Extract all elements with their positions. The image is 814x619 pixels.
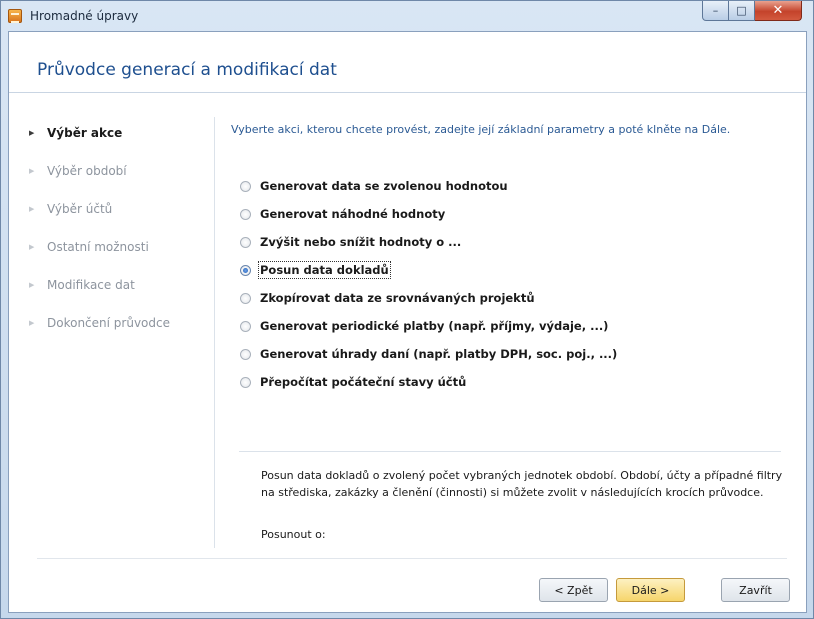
option-posun-data-dokladu[interactable]: Posun data dokladů xyxy=(240,261,391,279)
app-icon xyxy=(8,9,22,23)
maximize-button[interactable]: □ xyxy=(729,1,755,21)
footer-divider xyxy=(37,558,787,559)
option-label: Přepočítat počáteční stavy účtů xyxy=(260,375,467,389)
action-description: Posun data dokladů o zvolený počet vybra… xyxy=(261,469,783,499)
option-label: Generovat data se zvolenou hodnotou xyxy=(260,179,508,193)
dialog-client-area: Průvodce generací a modifikací dat ▶ Výb… xyxy=(8,31,807,613)
close-icon: ✕ xyxy=(772,3,784,18)
step-item-dokonceni-pruvodce: ▶ Dokončení průvodce xyxy=(29,316,170,330)
option-prepocitat-stavy[interactable]: Přepočítat počáteční stavy účtů xyxy=(240,375,466,389)
option-label: Posun data dokladů xyxy=(258,261,391,279)
step-bullet-icon: ▶ xyxy=(29,281,35,289)
wizard-header: Průvodce generací a modifikací dat xyxy=(9,32,806,92)
option-label: Zkopírovat data ze srovnávaných projektů xyxy=(260,291,535,305)
step-item-ostatni-moznosti: ▶ Ostatní možnosti xyxy=(29,240,149,254)
title-bar: Hromadné úpravy – □ ✕ xyxy=(1,1,813,31)
step-item-vyber-akce: ▶ Výběr akce xyxy=(29,126,122,140)
wizard-steps-nav: ▶ Výběr akce ▶ Výběr období ▶ Výběr účtů… xyxy=(9,93,214,548)
option-label: Generovat náhodné hodnoty xyxy=(260,207,446,221)
option-label: Generovat periodické platby (např. příjm… xyxy=(260,319,609,333)
step-label: Výběr období xyxy=(47,164,127,178)
radio-button[interactable] xyxy=(240,348,251,360)
maximize-icon: □ xyxy=(736,4,747,17)
close-window-button[interactable]: ✕ xyxy=(755,1,802,21)
step-bullet-icon: ▶ xyxy=(29,319,35,327)
step-label: Výběr účtů xyxy=(47,202,113,216)
option-uhrady-dani[interactable]: Generovat úhrady daní (např. platby DPH,… xyxy=(240,347,617,361)
shift-label: Posunout o: xyxy=(261,528,326,541)
minimize-icon: – xyxy=(712,4,719,17)
window-controls: – □ ✕ xyxy=(702,1,807,22)
radio-button[interactable] xyxy=(240,376,251,388)
option-zkopirovat-data[interactable]: Zkopírovat data ze srovnávaných projektů xyxy=(240,291,535,305)
radio-button-selected[interactable] xyxy=(240,264,251,276)
next-button[interactable]: Dále > xyxy=(616,578,685,602)
step-label: Dokončení průvodce xyxy=(47,316,170,330)
close-button[interactable]: Zavřít xyxy=(721,578,790,602)
step-bullet-icon: ▶ xyxy=(29,167,35,175)
option-zvysit-snizit[interactable]: Zvýšit nebo snížit hodnoty o ... xyxy=(240,235,461,249)
step-item-modifikace-dat: ▶ Modifikace dat xyxy=(29,278,135,292)
step-item-vyber-uctu: ▶ Výběr účtů xyxy=(29,202,112,216)
step-label: Výběr akce xyxy=(47,126,123,140)
radio-button[interactable] xyxy=(240,320,251,332)
page-title: Průvodce generací a modifikací dat xyxy=(37,60,337,80)
step-bullet-icon: ▶ xyxy=(29,205,35,213)
option-nahodne-hodnoty[interactable]: Generovat náhodné hodnoty xyxy=(240,207,445,221)
radio-button[interactable] xyxy=(240,208,251,220)
option-label: Zvýšit nebo snížit hodnoty o ... xyxy=(260,235,462,249)
radio-button[interactable] xyxy=(240,180,251,192)
minimize-button[interactable]: – xyxy=(702,1,729,21)
instruction-text: Vyberte akci, kterou chcete provést, zad… xyxy=(231,123,731,136)
option-generovat-data[interactable]: Generovat data se zvolenou hodnotou xyxy=(240,179,508,193)
step-bullet-icon: ▶ xyxy=(29,129,35,137)
wizard-window: Hromadné úpravy – □ ✕ Průvodce generací … xyxy=(0,0,814,619)
step-bullet-icon: ▶ xyxy=(29,243,35,251)
window-title: Hromadné úpravy xyxy=(30,9,139,23)
wizard-content: Vyberte akci, kterou chcete provést, zad… xyxy=(215,93,806,571)
radio-button[interactable] xyxy=(240,236,251,248)
radio-button[interactable] xyxy=(240,292,251,304)
step-item-vyber-obdobi: ▶ Výběr období xyxy=(29,164,127,178)
step-label: Modifikace dat xyxy=(47,278,135,292)
option-periodicke-platby[interactable]: Generovat periodické platby (např. příjm… xyxy=(240,319,608,333)
option-label: Generovat úhrady daní (např. platby DPH,… xyxy=(260,347,618,361)
step-label: Ostatní možnosti xyxy=(47,240,149,254)
back-button[interactable]: < Zpět xyxy=(539,578,608,602)
wizard-footer: < Zpět Dále > Zavřít xyxy=(9,548,806,612)
